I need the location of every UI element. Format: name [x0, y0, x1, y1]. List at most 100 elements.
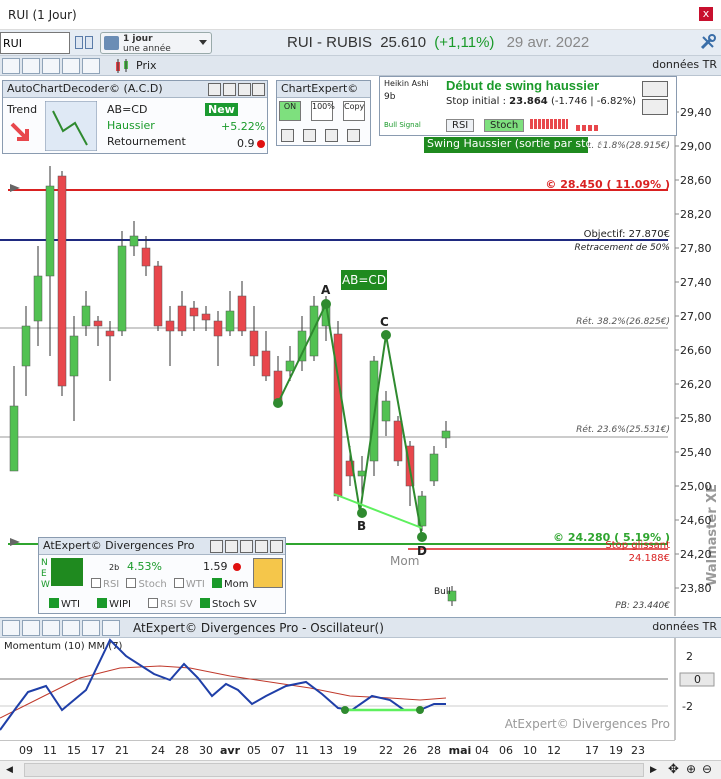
candle-body: [57, 175, 67, 387]
book-icon[interactable]: [74, 34, 94, 52]
scroll-right-icon[interactable]: ▶: [650, 765, 657, 775]
chartexpert-title: ChartExpert©: [281, 82, 359, 95]
x-tick-label: 12: [547, 744, 561, 757]
x-tick-label: 11: [43, 744, 57, 757]
copy-button[interactable]: Copy: [343, 101, 365, 121]
scroll-left-icon[interactable]: ◀: [6, 765, 13, 775]
osc-close-button[interactable]: [102, 620, 120, 636]
move-icon[interactable]: [642, 81, 668, 97]
symbol-input[interactable]: [0, 32, 70, 54]
x-tick-label: 13: [319, 744, 333, 757]
divergence-title: AtExpert© Divergences Pro: [43, 539, 195, 552]
divergence-thumbnail-icon[interactable]: [51, 558, 83, 586]
osc-ap-button[interactable]: [62, 620, 80, 636]
oscillator-chart[interactable]: Momentum (10) MM (7) AtExpert© Divergenc…: [0, 638, 721, 740]
stoch-check[interactable]: [126, 578, 137, 588]
osc-indicator-button[interactable]: [22, 620, 40, 636]
signal-strength-icon: [530, 119, 568, 129]
div-pin-button[interactable]: [255, 540, 268, 553]
pattern-point: [417, 532, 427, 542]
abcd-thumbnail-icon[interactable]: [45, 101, 97, 151]
chevron-down-icon: [199, 40, 207, 45]
osc-watermark: AtExpert© Divergences Pro: [505, 717, 670, 731]
osc-axis-label: -2: [682, 700, 693, 713]
osc-draw-button[interactable]: [42, 620, 60, 636]
ret382-label: Rét. 38.2%(26.825€): [576, 316, 670, 327]
expert-edit-button[interactable]: [347, 129, 360, 142]
mom-check[interactable]: [212, 578, 222, 588]
stoch-pill[interactable]: Stoch: [484, 119, 525, 132]
expert-tool-button[interactable]: [281, 129, 294, 142]
direction-icon[interactable]: [642, 99, 668, 115]
zoom-button[interactable]: 100%: [311, 101, 335, 121]
rsi-check[interactable]: [91, 578, 101, 588]
heikin-label: Heikin Ashi: [384, 79, 429, 88]
panel-move-button[interactable]: [252, 83, 265, 96]
candle-body: [381, 400, 391, 422]
f-rsisv-check[interactable]: [148, 598, 159, 608]
point-c-label: C: [380, 315, 389, 329]
bull-label: Bull: [434, 587, 451, 597]
div-settings-button[interactable]: [225, 540, 238, 553]
candle-body: [441, 430, 451, 439]
candle-body: [105, 330, 115, 337]
ap-button[interactable]: [62, 58, 80, 74]
signal-bars-icon: [576, 125, 600, 131]
candlestick-icon[interactable]: [112, 58, 132, 74]
x-tick-label: 26: [403, 744, 417, 757]
acd-panel: AutoChartDecoder© (A.C.D) Trend AB=CD Ha…: [2, 80, 268, 154]
zoom-in-icon[interactable]: ⊕: [686, 762, 696, 776]
oscillator-title: AtExpert© Divergences Pro - Oscillateur(…: [133, 621, 384, 635]
quote-price: 25.610: [380, 34, 427, 51]
div-move-button[interactable]: [270, 540, 283, 553]
div-edit-button[interactable]: [240, 540, 253, 553]
blank-button[interactable]: [82, 58, 100, 74]
heikin-count: 9b: [384, 92, 396, 102]
price-label: Prix: [136, 59, 157, 72]
wti-check[interactable]: [173, 578, 184, 588]
tools-icon[interactable]: [699, 33, 717, 51]
candle-body: [45, 185, 55, 277]
candle-body: [165, 320, 175, 332]
price-chart[interactable]: A B C D AB=CD Mom Bull Rét. 61.8%(28.915…: [0, 76, 721, 616]
retracement-label: Retracement de 50%: [574, 243, 670, 253]
price-tick-label: 23,80: [680, 582, 712, 595]
x-tick-label: 22: [379, 744, 393, 757]
osc-blank-button[interactable]: [82, 620, 100, 636]
f-stochsv-check[interactable]: [199, 598, 210, 608]
on-button[interactable]: ON: [279, 101, 301, 121]
move-icon[interactable]: ✥: [668, 762, 679, 777]
f-wti-check[interactable]: [49, 598, 59, 608]
bell-icon[interactable]: [253, 558, 283, 588]
stop-row: Stop initial : 23.864 (-1.746 | -6.82%): [446, 96, 636, 107]
percent-icon-label: 2b: [109, 563, 120, 572]
horizontal-scrollbar[interactable]: ◀ ▶ ✥ ⊕ ⊖: [0, 760, 721, 779]
panel-tool-button[interactable]: [208, 83, 221, 96]
period-selector[interactable]: 1 jour une année: [100, 32, 212, 54]
zoom-out-icon[interactable]: ⊖: [702, 762, 712, 776]
price-tick-label: 25,80: [680, 412, 712, 425]
panel-pin-button[interactable]: [238, 83, 251, 96]
oscillator-data-source: données TR: [652, 620, 717, 633]
pattern-point: [357, 508, 367, 518]
expert-color-button[interactable]: [325, 129, 338, 142]
scroll-track[interactable]: [24, 763, 644, 777]
quote-name: RUI - RUBIS: [287, 34, 373, 51]
osc-tools-button[interactable]: [2, 620, 20, 636]
div-tool-button[interactable]: [210, 540, 223, 553]
close-window-button[interactable]: x: [699, 7, 713, 21]
row-label: W: [41, 580, 50, 590]
chartexpert-panel: ChartExpert© ON 100% Copy: [276, 80, 371, 146]
x-tick-label: 17: [585, 744, 599, 757]
rsi-pill[interactable]: RSI: [446, 119, 475, 132]
indicator-button[interactable]: [22, 58, 40, 74]
draw-button[interactable]: [42, 58, 60, 74]
tools-button[interactable]: [2, 58, 20, 74]
x-tick-label: mai: [449, 744, 472, 757]
watermark: Walmaster XE: [705, 484, 720, 586]
panel-settings-button[interactable]: [223, 83, 236, 96]
f-wipi-check[interactable]: [97, 598, 108, 608]
expert-draw-button[interactable]: [303, 129, 316, 142]
price-tick-label: 27,80: [680, 242, 712, 255]
candle-body: [201, 313, 211, 321]
